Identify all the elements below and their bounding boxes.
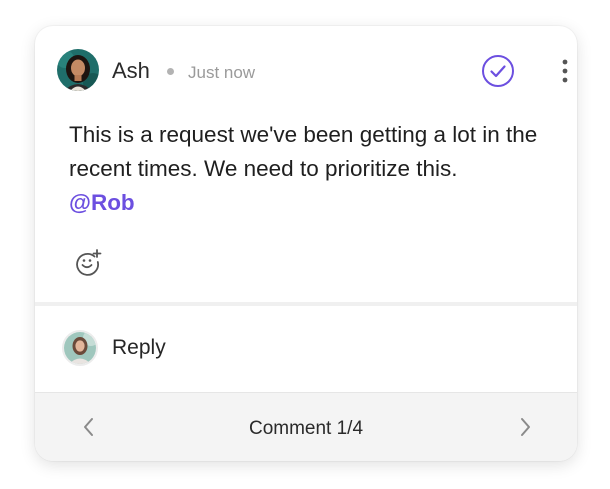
comment-text: This is a request we've been getting a l… bbox=[69, 122, 538, 181]
more-options-button[interactable] bbox=[555, 56, 575, 86]
separator-dot bbox=[167, 68, 174, 75]
current-user-avatar bbox=[62, 330, 98, 366]
comment-thread: Ash Just now This is a request we've bee… bbox=[35, 26, 577, 302]
comment-navigation: Comment 1/4 bbox=[35, 392, 577, 461]
comment-header: Ash Just now bbox=[57, 49, 568, 93]
comment-card: Ash Just now This is a request we've bee… bbox=[35, 26, 577, 461]
author-name: Ash bbox=[112, 58, 150, 83]
add-reaction-icon bbox=[76, 249, 102, 276]
comment-timestamp: Just now bbox=[188, 63, 256, 82]
comment-counter: Comment 1/4 bbox=[248, 418, 364, 439]
check-circle-icon bbox=[482, 55, 514, 87]
reply-input[interactable]: Reply bbox=[112, 336, 166, 360]
author-avatar bbox=[57, 49, 99, 91]
comment-body: This is a request we've been getting a l… bbox=[69, 118, 559, 220]
reply-row[interactable]: Reply bbox=[35, 306, 577, 392]
mention-link[interactable]: @Rob bbox=[69, 190, 135, 215]
resolve-button[interactable] bbox=[481, 54, 515, 88]
next-comment-button[interactable] bbox=[513, 414, 537, 440]
chevron-right-icon bbox=[521, 418, 530, 436]
more-vertical-icon bbox=[562, 59, 568, 83]
add-reaction-button[interactable] bbox=[74, 248, 102, 276]
